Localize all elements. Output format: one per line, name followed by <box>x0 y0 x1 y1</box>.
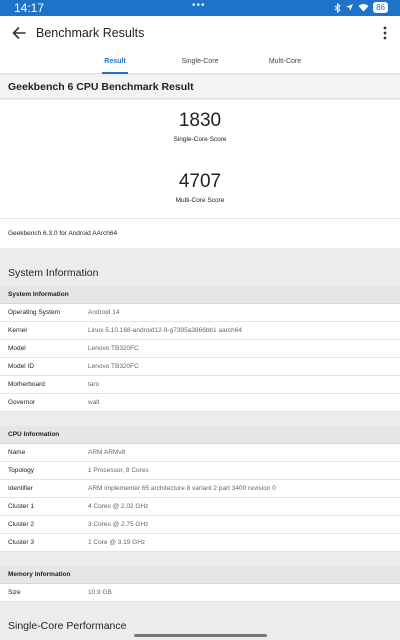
tab-multi-core[interactable]: Multi-Core <box>269 58 301 65</box>
tab-single-core[interactable]: Single-Core <box>182 58 219 65</box>
divider <box>0 218 400 219</box>
row-value: Lenovo TB320FC <box>88 363 139 370</box>
row-key: Cluster 2 <box>8 521 35 528</box>
tab-bar: Result Single-Core Multi-Core <box>0 52 400 74</box>
row-key: Kernel <box>8 327 27 334</box>
bluetooth-icon <box>334 2 341 13</box>
row-key: Governor <box>8 399 36 406</box>
row-value: 10.9 GB <box>88 589 112 596</box>
location-icon <box>346 4 354 11</box>
row-value: 3 Cores @ 2.75 GHz <box>88 521 149 528</box>
row-key: Model ID <box>8 363 35 370</box>
single-core-score-block: 1830 Single-Core Score <box>0 110 400 143</box>
row-key: Topology <box>8 467 35 474</box>
row-key: Motherboard <box>8 381 45 388</box>
row-value: ARM implementer 65 architecture 8 varian… <box>88 485 276 492</box>
table-row: Name ARM ARMv8 <box>0 444 400 462</box>
home-indicator[interactable] <box>134 634 267 637</box>
row-key: Identifier <box>8 485 33 492</box>
row-value: Android 14 <box>88 309 120 316</box>
scores-card: 1830 Single-Core Score 4707 Multi-Core S… <box>0 100 400 248</box>
app-bar: Benchmark Results <box>0 16 400 52</box>
row-value: 1 Processor, 8 Cores <box>88 467 149 474</box>
status-icons: 86 <box>334 2 388 13</box>
row-key: Model <box>8 345 26 352</box>
row-key: Operating System <box>8 309 61 316</box>
table-row: Governor walt <box>0 394 400 412</box>
status-bar: 14:17 ••• 86 <box>0 0 400 16</box>
camera-dots-indicator: ••• <box>192 0 206 11</box>
table-row: Cluster 2 3 Cores @ 2.75 GHz <box>0 516 400 534</box>
table-row: Model ID Lenovo TB320FC <box>0 358 400 376</box>
row-value: ARM ARMv8 <box>88 449 126 456</box>
cpu-info-table: CPU Information Name ARM ARMv8 Topology 1 … <box>0 426 400 552</box>
single-core-score-label: Single-Core Score <box>173 136 227 143</box>
table-header-label: System Information <box>8 291 69 298</box>
table-row: Motherboard taro <box>0 376 400 394</box>
result-heading: Geekbench 6 CPU Benchmark Result <box>8 81 194 93</box>
single-core-performance-title: Single-Core Performance <box>8 620 127 632</box>
result-heading-bar: Geekbench 6 CPU Benchmark Result <box>0 75 400 99</box>
row-value: Lenovo TB320FC <box>88 345 139 352</box>
version-note: Geekbench 6.3.0 for Android AArch64 <box>8 230 118 237</box>
battery-icon: 86 <box>373 2 388 13</box>
memory-info-table: Memory Information Size 10.9 GB <box>0 566 400 602</box>
wifi-icon <box>358 4 369 12</box>
table-header-label: Memory Information <box>8 571 71 578</box>
back-arrow-icon[interactable] <box>10 24 28 42</box>
tab-result[interactable]: Result <box>104 58 125 65</box>
system-info-table: System Information Operating System Andro… <box>0 286 400 412</box>
table-row: Size 10.9 GB <box>0 584 400 602</box>
row-key: Cluster 3 <box>8 539 35 546</box>
table-header: CPU Information <box>0 426 400 444</box>
multi-core-score: 4707 <box>178 171 222 192</box>
row-value: taro <box>88 381 100 388</box>
active-tab-indicator <box>102 72 128 74</box>
table-row: Topology 1 Processor, 8 Cores <box>0 462 400 480</box>
table-row: Cluster 3 1 Core @ 3.19 GHz <box>0 534 400 552</box>
single-core-score: 1830 <box>178 110 222 131</box>
row-value: 4 Cores @ 2.02 GHz <box>88 503 149 510</box>
table-row: Identifier ARM implementer 65 architectur… <box>0 480 400 498</box>
table-row: Cluster 1 4 Cores @ 2.02 GHz <box>0 498 400 516</box>
multi-core-score-block: 4707 Multi-Core Score <box>0 171 400 204</box>
more-vert-icon[interactable] <box>382 24 388 42</box>
multi-core-score-label: Multi-Core Score <box>175 197 225 204</box>
row-key: Size <box>8 589 21 596</box>
row-key: Name <box>8 449 26 456</box>
table-row: Model Lenovo TB320FC <box>0 340 400 358</box>
system-information-title: System Information <box>8 267 99 279</box>
row-value: Linux 5.10.168-android12-9-g7395a3866bb1… <box>88 327 242 334</box>
table-header: System Information <box>0 286 400 304</box>
table-row: Operating System Android 14 <box>0 304 400 322</box>
page-title: Benchmark Results <box>36 26 145 40</box>
table-row: Kernel Linux 5.10.168-android12-9-g7395a3… <box>0 322 400 340</box>
table-header-label: CPU Information <box>8 431 60 438</box>
row-value: walt <box>88 399 100 406</box>
row-key: Cluster 1 <box>8 503 35 510</box>
status-time: 14:17 <box>14 1 45 15</box>
row-value: 1 Core @ 3.19 GHz <box>88 539 146 546</box>
table-header: Memory Information <box>0 566 400 584</box>
